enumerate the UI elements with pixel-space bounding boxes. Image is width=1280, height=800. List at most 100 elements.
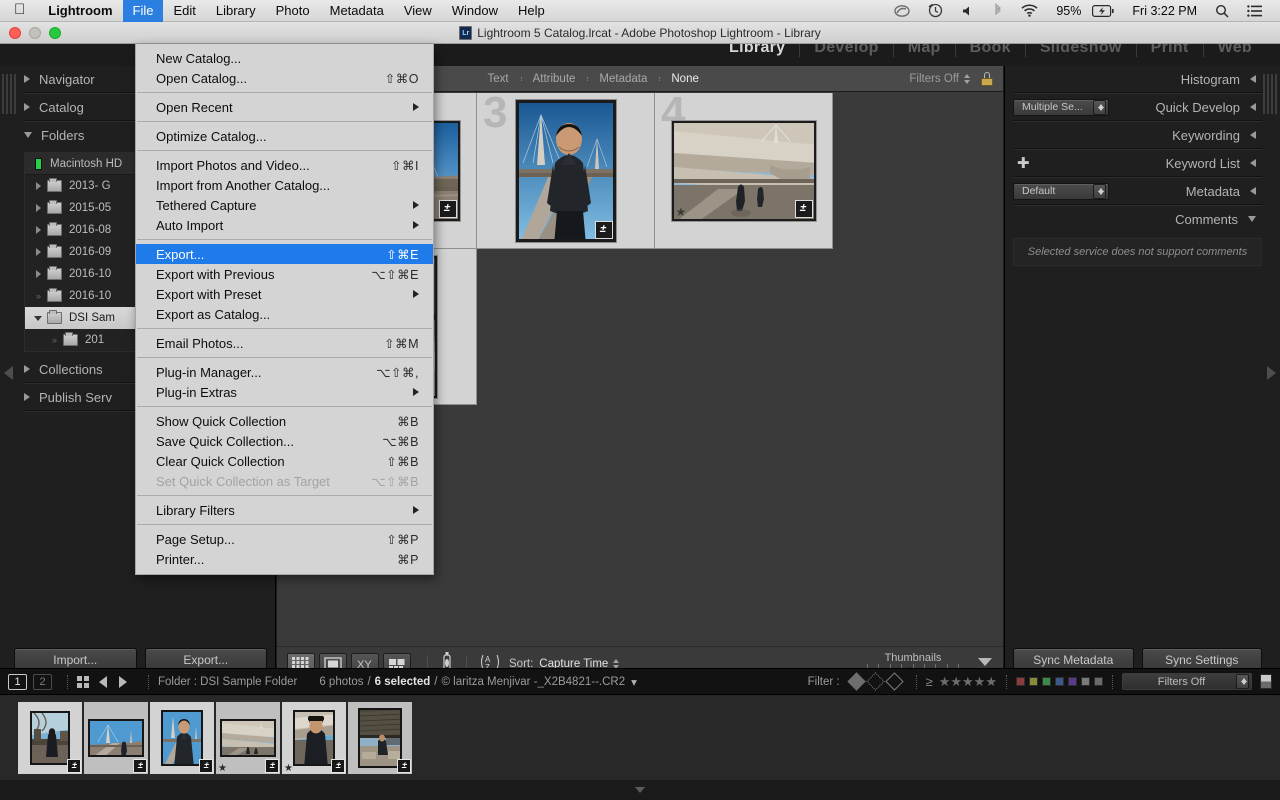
- module-map[interactable]: Map: [894, 44, 956, 57]
- active-photo-name[interactable]: © laritza Menjivar -_X2B4821--.CR2: [442, 676, 626, 688]
- rating-star[interactable]: ★: [218, 763, 227, 774]
- develop-badge-icon[interactable]: ±: [265, 758, 279, 773]
- menubar-clock[interactable]: Fri 3:22 PM: [1123, 0, 1206, 22]
- arrow-left-icon[interactable]: [99, 675, 107, 688]
- filmstrip-thumbnail[interactable]: [30, 710, 70, 765]
- right-panel-collapse-arrow[interactable]: [1267, 366, 1276, 380]
- menu-item-clear-quick-collection[interactable]: Clear Quick Collection ⇧⌘B: [136, 451, 433, 471]
- filmstrip-item[interactable]: ±: [18, 701, 82, 774]
- filmstrip-item[interactable]: ± ★: [282, 701, 346, 774]
- filmstrip-thumbnail[interactable]: [293, 709, 335, 766]
- menubar-item-help[interactable]: Help: [508, 0, 555, 22]
- menubar-item-photo[interactable]: Photo: [266, 0, 320, 22]
- develop-badge-icon[interactable]: ±: [794, 199, 813, 218]
- menu-item-plug-in-manager[interactable]: Plug-in Manager... ⌥⇧⌘,: [136, 362, 433, 382]
- menu-item-show-quick-collection[interactable]: Show Quick Collection ⌘B: [136, 411, 433, 431]
- menu-item-export-as-catalog[interactable]: Export as Catalog...: [136, 304, 433, 324]
- develop-badge-icon[interactable]: ±: [133, 758, 147, 773]
- disclosure-triangle-icon[interactable]: [31, 226, 45, 234]
- menubar-item-edit[interactable]: Edit: [163, 0, 205, 22]
- menu-item-import-photos-and-video[interactable]: Import Photos and Video... ⇧⌘I: [136, 155, 433, 175]
- module-slideshow[interactable]: Slideshow: [1026, 44, 1137, 57]
- panel-header-metadata[interactable]: Default Metadata: [1013, 178, 1262, 204]
- develop-badge-icon[interactable]: ±: [331, 758, 345, 773]
- filter-tab-metadata[interactable]: Metadata: [587, 73, 659, 85]
- module-library[interactable]: Library: [715, 44, 801, 57]
- source-label[interactable]: Folder : DSI Sample Folder: [158, 676, 297, 688]
- menubar-item-view[interactable]: View: [394, 0, 442, 22]
- panel-header-keyword-list[interactable]: ✚ Keyword List: [1013, 150, 1262, 176]
- quick-develop-preset-dropdown[interactable]: Multiple Se...: [1013, 98, 1109, 116]
- filter-tab-none[interactable]: None: [659, 73, 711, 85]
- menu-item-export-with-previous[interactable]: Export with Previous ⌥⇧⌘E: [136, 264, 433, 284]
- metadata-preset-dropdown[interactable]: Default: [1013, 182, 1109, 200]
- filmstrip-thumbnail[interactable]: [358, 707, 402, 768]
- develop-badge-icon[interactable]: ±: [397, 758, 411, 773]
- menu-item-printer[interactable]: Printer... ⌘P: [136, 549, 433, 569]
- filmstrip-item[interactable]: ±: [150, 701, 214, 774]
- color-chip-custom[interactable]: [1094, 677, 1103, 686]
- plus-icon[interactable]: ✚: [1013, 156, 1030, 171]
- menubar-app-name[interactable]: Lightroom: [38, 0, 122, 22]
- menu-item-auto-import[interactable]: Auto Import: [136, 215, 433, 235]
- wifi-icon[interactable]: [1012, 0, 1047, 22]
- color-chip-green[interactable]: [1042, 677, 1051, 686]
- menu-item-export-with-preset[interactable]: Export with Preset: [136, 284, 433, 304]
- volume-icon[interactable]: [952, 0, 984, 22]
- menu-item-save-quick-collection[interactable]: Save Quick Collection... ⌥⌘B: [136, 431, 433, 451]
- develop-badge-icon[interactable]: ±: [438, 199, 457, 218]
- module-develop[interactable]: Develop: [800, 44, 894, 57]
- panel-header-comments[interactable]: Comments: [1013, 206, 1262, 232]
- rating-star[interactable]: ★: [284, 763, 293, 774]
- develop-badge-icon[interactable]: ±: [594, 220, 613, 239]
- filter-tab-attribute[interactable]: Attribute: [520, 73, 588, 85]
- module-web[interactable]: Web: [1204, 44, 1266, 57]
- flag-rejected-icon[interactable]: [884, 672, 904, 691]
- disclosure-triangle-icon[interactable]: [31, 315, 45, 321]
- creative-cloud-icon[interactable]: [885, 0, 919, 22]
- disclosure-triangle-icon[interactable]: [31, 182, 45, 190]
- panel-header-quick-develop[interactable]: Multiple Se... Quick Develop: [1013, 94, 1262, 120]
- disclosure-triangle-icon[interactable]: [31, 204, 45, 212]
- flag-pick-icon[interactable]: [846, 672, 866, 691]
- menu-item-import-from-another-catalog[interactable]: Import from Another Catalog...: [136, 175, 433, 195]
- screen-1-button[interactable]: 1: [8, 673, 27, 690]
- color-chip-red[interactable]: [1016, 677, 1025, 686]
- chevron-down-icon[interactable]: ▾: [625, 675, 637, 689]
- module-print[interactable]: Print: [1137, 44, 1204, 57]
- menu-item-open-recent[interactable]: Open Recent: [136, 97, 433, 117]
- filmstrip-item[interactable]: ±: [84, 701, 148, 774]
- filmstrip-thumbnail[interactable]: [161, 709, 203, 766]
- filmstrip-item[interactable]: ±: [348, 701, 412, 774]
- notification-center-icon[interactable]: [1238, 0, 1272, 22]
- panel-header-histogram[interactable]: Histogram: [1013, 66, 1262, 92]
- filters-off-dropdown[interactable]: Filters Off: [1122, 673, 1252, 690]
- file-menu-dropdown[interactable]: New Catalog... Open Catalog... ⇧⌘O Open Rec…: [135, 44, 434, 575]
- menubar-item-file[interactable]: File: [122, 0, 164, 22]
- menu-item-email-photos[interactable]: Email Photos... ⇧⌘M: [136, 333, 433, 353]
- menu-item-optimize-catalog[interactable]: Optimize Catalog...: [136, 126, 433, 146]
- filmstrip-thumbnail[interactable]: [220, 718, 276, 757]
- filmstrip-item[interactable]: ± ★: [216, 701, 280, 774]
- disclosure-triangle-icon[interactable]: [31, 248, 45, 256]
- menubar-item-window[interactable]: Window: [442, 0, 508, 22]
- menu-item-page-setup[interactable]: Page Setup... ⇧⌘P: [136, 529, 433, 549]
- screen-2-button[interactable]: 2: [33, 673, 52, 690]
- module-book[interactable]: Book: [956, 44, 1026, 57]
- disclosure-triangle-icon[interactable]: [31, 270, 45, 278]
- left-panel-collapse-arrow[interactable]: [4, 366, 13, 380]
- lock-icon[interactable]: [981, 71, 994, 86]
- grid-cell-active[interactable]: 3 ±: [477, 93, 655, 249]
- color-label-filters[interactable]: [1016, 677, 1103, 686]
- color-chip-none[interactable]: [1081, 677, 1090, 686]
- bluetooth-icon[interactable]: [984, 0, 1012, 22]
- menu-item-tethered-capture[interactable]: Tethered Capture: [136, 195, 433, 215]
- filter-tab-text[interactable]: Text: [476, 73, 521, 85]
- menu-item-export[interactable]: Export... ⇧⌘E: [136, 244, 433, 264]
- filmstrip-thumbnail[interactable]: [88, 718, 144, 757]
- apple-icon[interactable]: : [0, 2, 38, 17]
- menubar-item-library[interactable]: Library: [206, 0, 266, 22]
- rating-stars[interactable]: ★★★★★: [939, 674, 997, 690]
- develop-badge-icon[interactable]: ±: [67, 758, 81, 773]
- time-machine-icon[interactable]: [919, 0, 952, 22]
